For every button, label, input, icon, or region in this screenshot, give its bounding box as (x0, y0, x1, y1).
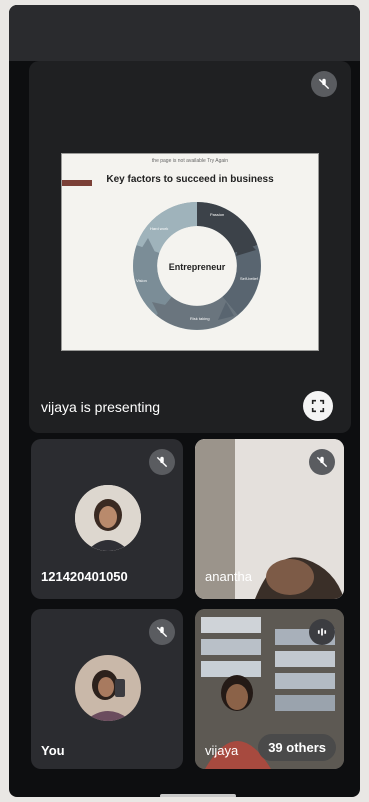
presenting-label: vijaya is presenting (41, 399, 161, 415)
mic-off-icon (149, 449, 175, 475)
shared-slide: the page is not available Try Again Key … (61, 153, 319, 351)
participant-tile[interactable]: ananthа (195, 439, 344, 599)
self-tile[interactable]: You (31, 609, 183, 769)
slide-header-text: the page is not available Try Again (151, 158, 229, 164)
segment-label: Vision (136, 278, 147, 283)
presentation-stage[interactable]: the page is not available Try Again Key … (29, 61, 351, 433)
fullscreen-icon (311, 399, 325, 413)
segment-label: Passion (210, 212, 224, 217)
participant-name: 121420401050 (41, 569, 128, 584)
top-bar (9, 5, 360, 61)
participant-name: You (41, 743, 65, 758)
segment-label: Self-belief (240, 276, 259, 281)
participant-name: vijaya (205, 743, 239, 758)
home-indicator[interactable] (160, 794, 236, 797)
phone-screen: the page is not available Try Again Key … (9, 5, 360, 797)
avatar (75, 485, 141, 551)
mic-off-icon (311, 71, 337, 97)
fullscreen-button[interactable] (303, 391, 333, 421)
mic-off-icon (309, 449, 335, 475)
center-label: Entrepreneur (169, 262, 226, 272)
cycle-diagram: Entrepreneur Passion Self-belief Risk ta… (133, 202, 261, 330)
segment-label: Hard work (150, 226, 168, 231)
avatar (75, 655, 141, 721)
slide-title: Key factors to succeed in business (106, 174, 274, 185)
participant-tile[interactable]: vijaya 39 others (195, 609, 344, 769)
participant-name: ananthа (205, 569, 252, 584)
segment-label: Risk taking (190, 316, 210, 321)
mic-off-icon (149, 619, 175, 645)
audio-wave-icon (309, 619, 335, 645)
others-count-badge[interactable]: 39 others (258, 734, 336, 761)
participant-tile[interactable]: 121420401050 (31, 439, 183, 599)
